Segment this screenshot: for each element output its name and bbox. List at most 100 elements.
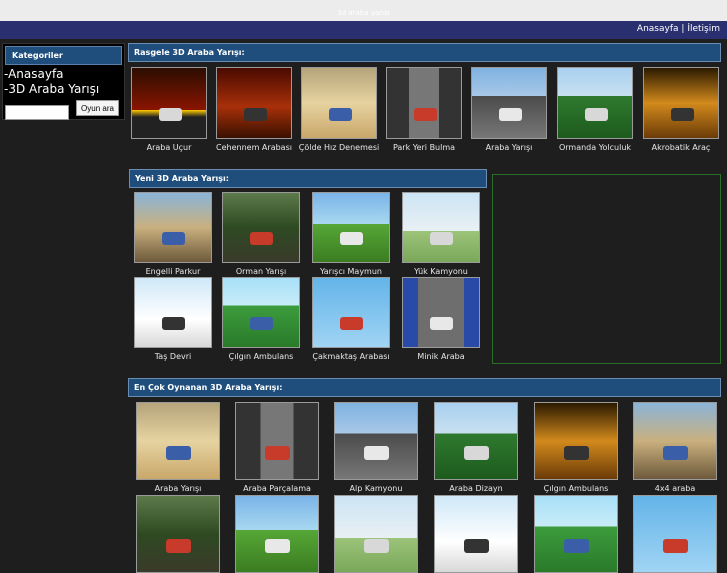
game-tile[interactable]: Araba Dizayn [431,402,521,494]
game-tile[interactable] [232,495,322,573]
sidebar-link-category[interactable]: -3D Araba Yarışı [4,82,124,97]
nav-home-link[interactable]: Anasayfa [637,24,679,34]
game-tile[interactable]: Araba Yarışı [133,402,223,494]
game-tile[interactable] [630,495,720,573]
search-button[interactable]: Oyun ara [76,100,119,116]
game-label[interactable]: Taş Devri [132,351,214,362]
game-tile[interactable]: Engelli Parkur [132,192,214,277]
sidebar: Kategoriler -Anasayfa -3D Araba Yarışı O… [2,43,125,120]
game-thumbnail[interactable] [434,402,518,480]
game-tile[interactable]: Park Yeri Bulma [383,67,465,153]
game-thumbnail[interactable] [402,192,480,263]
game-label[interactable]: Çılgın Ambulans [531,483,621,494]
game-thumbnail[interactable] [534,402,618,480]
game-label[interactable]: Yük Kamyonu [400,266,482,277]
game-label[interactable]: Çakmaktaş Arabası [310,351,392,362]
game-thumbnail[interactable] [235,495,319,573]
game-tile[interactable] [531,495,621,573]
game-label[interactable]: Çılgın Ambulans [220,351,302,362]
game-thumbnail[interactable] [334,495,418,573]
car-graphic [340,232,363,245]
game-thumbnail[interactable] [136,402,220,480]
game-thumbnail[interactable] [633,402,717,480]
game-thumbnail[interactable] [633,495,717,573]
game-thumbnail[interactable] [235,402,319,480]
car-graphic [464,446,489,460]
car-graphic [340,317,363,330]
car-graphic [250,232,273,245]
car-graphic [162,232,185,245]
car-graphic [162,317,185,330]
game-tile[interactable]: Araba Parçalama [232,402,322,494]
game-thumbnail[interactable] [534,495,618,573]
game-thumbnail[interactable] [312,192,390,263]
game-label[interactable]: Araba Dizayn [431,483,521,494]
game-thumbnail[interactable] [334,402,418,480]
car-graphic [159,108,182,121]
game-thumbnail[interactable] [216,67,292,139]
sidebar-link-home[interactable]: -Anasayfa [4,67,124,82]
game-tile[interactable]: 4x4 araba [630,402,720,494]
car-graphic [430,317,453,330]
game-tile[interactable]: Yarışcı Maymun [310,192,392,277]
game-thumbnail[interactable] [134,277,212,348]
game-label[interactable]: Araba Uçur [130,142,208,153]
game-tile[interactable]: Çılgın Ambulans [220,277,302,362]
game-tile[interactable]: Çakmaktaş Arabası [310,277,392,362]
game-label[interactable]: Park Yeri Bulma [383,142,465,153]
car-graphic [265,446,290,460]
game-label[interactable]: Yarışcı Maymun [310,266,392,277]
car-graphic [671,108,694,121]
game-label[interactable]: Ormanda Yolculuk [554,142,636,153]
game-thumbnail[interactable] [222,192,300,263]
car-graphic [364,539,389,553]
game-tile[interactable]: Çılgın Ambulans [531,402,621,494]
game-label[interactable]: 4x4 araba [630,483,720,494]
game-thumbnail[interactable] [471,67,547,139]
game-tile[interactable]: Orman Yarışı [220,192,302,277]
game-tile[interactable]: Akrobatik Araç [640,67,722,153]
game-thumbnail[interactable] [557,67,633,139]
game-label[interactable]: Cehennem Arabası [213,142,295,153]
game-label[interactable]: Çölde Hız Denemesi [298,142,380,153]
game-tile[interactable]: Ormanda Yolculuk [554,67,636,153]
car-graphic [499,108,522,121]
game-tile[interactable]: Araba Yarışı [468,67,550,153]
game-label[interactable]: Orman Yarışı [220,266,302,277]
game-thumbnail[interactable] [643,67,719,139]
game-tile[interactable]: Taş Devri [132,277,214,362]
game-tile[interactable]: Minik Araba [400,277,482,362]
game-label[interactable]: Alp Kamyonu [331,483,421,494]
game-tile[interactable] [431,495,521,573]
game-thumbnail[interactable] [301,67,377,139]
car-graphic [564,539,589,553]
game-tile[interactable]: Alp Kamyonu [331,402,421,494]
game-label[interactable]: Minik Araba [400,351,482,362]
ad-box [492,174,721,364]
game-thumbnail[interactable] [312,277,390,348]
game-label[interactable]: Araba Yarışı [468,142,550,153]
search-input[interactable] [5,105,69,120]
game-thumbnail[interactable] [131,67,207,139]
section-header-random: Rasgele 3D Araba Yarışı: [128,43,721,62]
game-thumbnail[interactable] [134,192,212,263]
game-label[interactable]: Akrobatik Araç [640,142,722,153]
game-thumbnail[interactable] [386,67,462,139]
game-thumbnail[interactable] [222,277,300,348]
nav-contact-link[interactable]: İletişim [687,24,720,34]
car-graphic [364,446,389,460]
game-tile[interactable]: Yük Kamyonu [400,192,482,277]
game-label[interactable]: Araba Yarışı [133,483,223,494]
game-tile[interactable]: Çölde Hız Denemesi [298,67,380,153]
game-tile[interactable] [133,495,223,573]
nav-links: Anasayfa | İletişim [637,24,720,34]
game-thumbnail[interactable] [136,495,220,573]
game-label[interactable]: Engelli Parkur [132,266,214,277]
game-label[interactable]: Araba Parçalama [232,483,322,494]
game-tile[interactable]: Araba Uçur [130,67,208,153]
game-thumbnail[interactable] [402,277,480,348]
game-tile[interactable]: Cehennem Arabası [213,67,295,153]
car-graphic [663,446,688,460]
game-thumbnail[interactable] [434,495,518,573]
game-tile[interactable] [331,495,421,573]
